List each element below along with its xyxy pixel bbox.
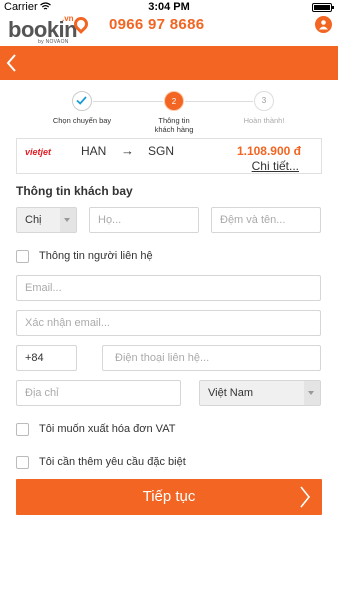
step-number: 3 [254, 91, 274, 111]
status-bar: Carrier 3:04 PM [0, 0, 338, 14]
step-label-line2: khách hàng [154, 125, 194, 134]
destination-airport: SGN [148, 144, 175, 158]
step-number: 2 [164, 91, 184, 111]
step-label: Chọn chuyến bay [52, 116, 112, 125]
route-arrow-icon: → [121, 143, 134, 158]
chevron-down-icon [64, 218, 70, 222]
special-request-checkbox[interactable] [16, 456, 29, 469]
special-request-checkbox-row[interactable]: Tôi cần thêm yêu cầu đặc biệt [16, 456, 236, 472]
address-placeholder: Địa chỉ [25, 387, 59, 399]
continue-button[interactable]: Tiếp tục [16, 479, 322, 515]
chevron-down-icon [308, 391, 314, 395]
back-button[interactable] [2, 50, 26, 76]
checkmark-icon [76, 96, 87, 105]
phone-code-value: +84 [25, 352, 44, 364]
flight-details-link[interactable]: Chi tiết... [252, 159, 299, 173]
last-name-input[interactable]: Họ... [89, 207, 199, 233]
hotline-number[interactable]: 0966 97 8686 [109, 16, 204, 33]
vat-invoice-checkbox[interactable] [16, 423, 29, 436]
bookin-logo[interactable]: bookin .vn by NOVAON [8, 14, 100, 45]
booking-progress-steps: Chọn chuyến bay 2 Thông tin khách hàng 3… [0, 88, 338, 138]
last-name-placeholder: Họ... [98, 214, 122, 226]
status-time: 3:04 PM [148, 1, 190, 13]
title-select[interactable]: Chị [16, 207, 77, 233]
vat-invoice-label: Tôi muốn xuất hóa đơn VAT [39, 423, 176, 435]
phone-code-input[interactable]: +84 [16, 345, 77, 371]
contact-info-checkbox-row[interactable]: Thông tin người liên hệ [16, 250, 216, 266]
passenger-info-title: Thông tin khách bay [16, 184, 133, 198]
logo-domain: .vn [62, 14, 74, 23]
step-complete: 3 Hoàn thành! [219, 91, 309, 125]
phone-input[interactable]: Điện thoại liên hệ... [102, 345, 321, 371]
phone-placeholder: Điện thoại liên hệ... [115, 352, 210, 364]
step-select-flight: Chọn chuyến bay [37, 91, 127, 125]
step-done-circle [72, 91, 92, 111]
airline-logo: vietjet [25, 147, 52, 157]
country-select[interactable]: Việt Nam [199, 380, 321, 406]
confirm-email-input[interactable]: Xác nhận email... [16, 310, 321, 336]
title-select-value: Chị [25, 214, 42, 226]
address-input[interactable]: Địa chỉ [16, 380, 181, 406]
logo-subtitle: by NOVAON [38, 39, 69, 45]
flight-summary-card: vietjet HAN → SGN 1.108.900 đ Chi tiết..… [16, 138, 322, 174]
battery-icon [312, 3, 334, 12]
email-input[interactable]: Email... [16, 275, 321, 301]
user-profile-button[interactable] [315, 16, 332, 33]
step-label-line1: Thông tin [158, 116, 190, 125]
contact-info-label: Thông tin người liên hệ [39, 250, 153, 262]
contact-info-checkbox[interactable] [16, 250, 29, 263]
chevron-left-icon [6, 54, 16, 72]
special-request-label: Tôi cần thêm yêu cầu đặc biệt [39, 456, 186, 468]
vat-invoice-checkbox-row[interactable]: Tôi muốn xuất hóa đơn VAT [16, 423, 236, 439]
step-label: Hoàn thành! [243, 116, 285, 125]
country-select-value: Việt Nam [208, 387, 254, 399]
flight-price: 1.108.900 đ [236, 144, 301, 158]
continue-button-label: Tiếp tục [142, 488, 196, 505]
first-name-placeholder: Đệm và tên... [220, 214, 286, 226]
app-header: bookin .vn by NOVAON 0966 97 8686 [0, 14, 338, 46]
first-name-input[interactable]: Đệm và tên... [211, 207, 321, 233]
user-icon [319, 20, 328, 30]
step-label: Thông tin khách hàng [129, 116, 219, 134]
origin-airport: HAN [81, 144, 107, 158]
chevron-right-icon [300, 486, 311, 508]
confirm-email-placeholder: Xác nhận email... [25, 317, 110, 329]
step-customer-info: 2 Thông tin khách hàng [129, 91, 219, 134]
nav-bar [0, 46, 338, 80]
email-placeholder: Email... [25, 282, 62, 294]
